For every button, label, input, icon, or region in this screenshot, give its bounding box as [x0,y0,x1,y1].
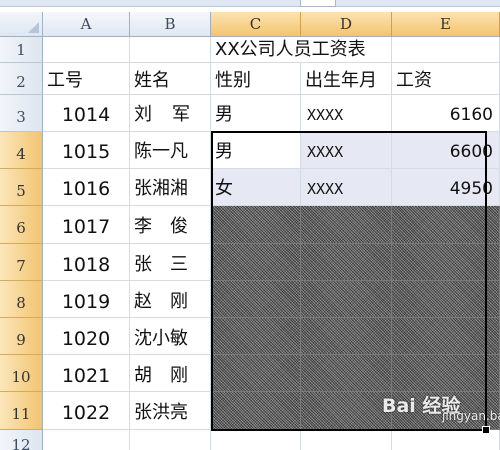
cell-c12[interactable] [211,430,301,450]
cell-b9[interactable]: 沈小敏 [130,318,211,355]
column-header-c[interactable]: C [211,12,301,37]
cell-e8[interactable] [392,281,500,318]
cell-a1[interactable] [43,37,130,63]
cell-a4[interactable]: 1015 [43,132,130,169]
cell-b11[interactable]: 张洪亮 [130,392,211,430]
name-box-edge[interactable] [300,0,336,7]
formula-bar-strip [0,0,500,7]
cell-c2-header[interactable]: 性别 [211,63,301,95]
cell-d8[interactable] [301,281,392,318]
cell-a3[interactable]: 1014 [43,95,130,132]
baidu-jingyan-watermark: Bai 经验 jingyan.baidu.com [378,385,500,435]
column-header-e[interactable]: E [392,12,500,37]
cell-b10[interactable]: 胡 刚 [130,355,211,392]
row-header-4[interactable]: 4 [0,132,43,169]
row-header-5[interactable]: 5 [0,169,43,206]
row-header-3[interactable]: 3 [0,95,43,132]
cell-a10[interactable]: 1021 [43,355,130,392]
row-header-1[interactable]: 1 [0,37,43,63]
cell-b2-header[interactable]: 姓名 [130,63,211,95]
cell-b6[interactable]: 李 俊 [130,206,211,244]
cell-d5[interactable]: XXXX [301,169,392,206]
column-header-a[interactable]: A [43,12,130,37]
cell-a7[interactable]: 1018 [43,244,130,281]
spreadsheet: A B C D E 1 2 3 4 5 6 7 8 9 10 11 12 XX公… [0,0,500,450]
cell-e2-header[interactable]: 工资 [392,63,500,95]
row-header-6[interactable]: 6 [0,206,43,244]
cell-a2-header[interactable]: 工号 [43,63,130,95]
cell-b7[interactable]: 张 三 [130,244,211,281]
cell-a9[interactable]: 1020 [43,318,130,355]
cell-a8[interactable]: 1019 [43,281,130,318]
row-header-11[interactable]: 11 [0,392,43,430]
cell-d9[interactable] [301,318,392,355]
cell-a5[interactable]: 1016 [43,169,130,206]
cell-c10[interactable] [211,355,301,392]
select-all-button[interactable] [0,12,43,37]
cell-b12[interactable] [130,430,211,450]
cell-c7[interactable] [211,244,301,281]
row-header-10[interactable]: 10 [0,355,43,392]
cell-d1[interactable] [301,37,392,63]
row-header-8[interactable]: 8 [0,281,43,318]
cell-d3[interactable]: XXXX [301,95,392,132]
cell-d6[interactable] [301,206,392,244]
row-header-12[interactable]: 12 [0,430,43,450]
cell-e5[interactable]: 4950 [392,169,500,206]
cell-c11[interactable] [211,392,301,430]
cell-c3[interactable]: 男 [211,95,301,132]
column-header-b[interactable]: B [130,12,211,37]
cell-c4[interactable]: 男 [211,132,301,169]
row-header-2[interactable]: 2 [0,63,43,95]
cell-c5[interactable]: 女 [211,169,301,206]
cell-e6[interactable] [392,206,500,244]
cell-e9[interactable] [392,318,500,355]
cell-b8[interactable]: 赵 刚 [130,281,211,318]
row-header-7[interactable]: 7 [0,244,43,281]
cell-d2-header[interactable]: 出生年月 [301,63,392,95]
cell-d4[interactable]: XXXX [301,132,392,169]
cell-b1[interactable] [130,37,211,63]
cell-e3[interactable]: 6160 [392,95,500,132]
cell-c8[interactable] [211,281,301,318]
column-header-d[interactable]: D [301,12,392,37]
cell-c9[interactable] [211,318,301,355]
cell-e7[interactable] [392,244,500,281]
watermark-subtext: jingyan.baidu.com [442,409,500,423]
cell-c6[interactable] [211,206,301,244]
row-header-9[interactable]: 9 [0,318,43,355]
corner-triangle-icon [28,22,39,33]
cell-d7[interactable] [301,244,392,281]
cell-a11[interactable]: 1022 [43,392,130,430]
cell-a12[interactable] [43,430,130,450]
cell-e1[interactable] [392,37,500,63]
cell-e4[interactable]: 6600 [392,132,500,169]
cell-b3[interactable]: 刘 军 [130,95,211,132]
cell-b4[interactable]: 陈一凡 [130,132,211,169]
cell-a6[interactable]: 1017 [43,206,130,244]
cell-b5[interactable]: 张湘湘 [130,169,211,206]
